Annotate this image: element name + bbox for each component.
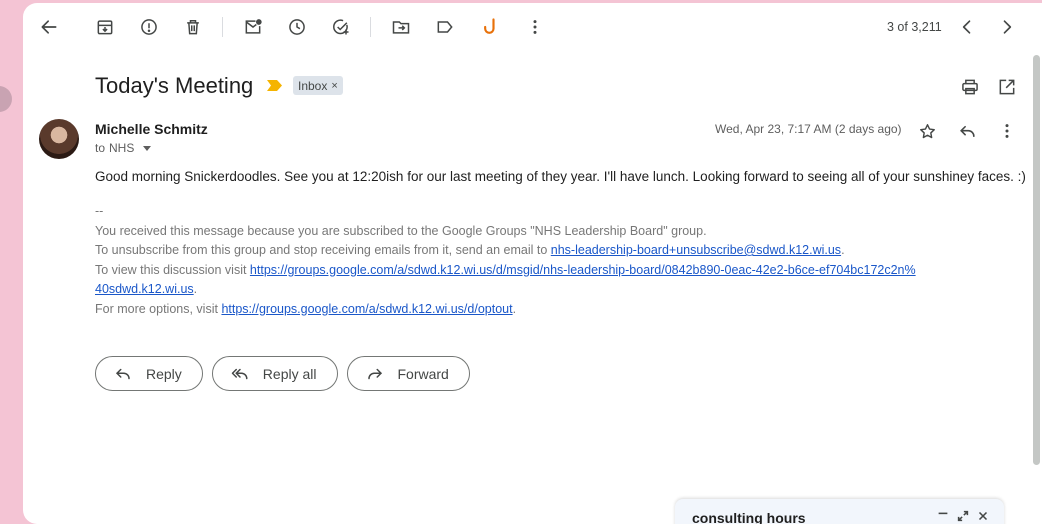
close-icon[interactable]: [975, 508, 991, 524]
delete-icon[interactable]: [181, 15, 205, 39]
open-new-window-icon[interactable]: [996, 76, 1018, 98]
toolbar-divider: [370, 17, 371, 37]
side-panel-toggle[interactable]: [0, 86, 12, 112]
email-toolbar: 3 of 3,211: [23, 3, 1042, 51]
reply-button-label: Reply: [146, 365, 182, 382]
chevron-left-icon[interactable]: [955, 15, 979, 39]
footer-text: To unsubscribe from this group and stop …: [95, 243, 551, 257]
chevron-down-icon[interactable]: [143, 145, 152, 151]
forward-button[interactable]: Forward: [346, 356, 470, 391]
scrollbar[interactable]: [1033, 55, 1040, 465]
sender-name[interactable]: Michelle Schmitz: [95, 121, 208, 137]
message-count: 3 of 3,211: [887, 20, 942, 34]
snooze-icon[interactable]: [285, 15, 309, 39]
remove-label-button[interactable]: ×: [331, 80, 337, 92]
email-body: Good morning Snickerdoodles. See you at …: [95, 169, 1026, 184]
footer-text: For more options, visit: [95, 301, 222, 316]
footer-line-subscription: You received this message because you ar…: [95, 223, 707, 238]
back-arrow-icon[interactable]: [37, 15, 61, 39]
footer-line-unsubscribe: To unsubscribe from this group and stop …: [95, 241, 975, 261]
compose-title[interactable]: consulting hours: [692, 510, 806, 524]
label-chip-text: Inbox: [298, 78, 328, 93]
reply-icon: [116, 368, 130, 379]
recipient-name: NHS: [109, 141, 135, 155]
extension-icon[interactable]: [479, 15, 503, 39]
reply-actions: Reply Reply all Forward: [95, 356, 470, 391]
label-chip-inbox: Inbox ×: [293, 76, 343, 95]
footer-line-discussion: To view this discussion visit https://gr…: [95, 261, 975, 300]
email-view-panel: 3 of 3,211 Today's Meeting Inbox × Miche…: [23, 3, 1042, 524]
add-task-icon[interactable]: [329, 15, 353, 39]
expand-icon[interactable]: [955, 508, 971, 524]
forward-icon: [367, 368, 382, 379]
unsubscribe-email-link[interactable]: nhs-leadership-board+unsubscribe@sdwd.k1…: [551, 243, 841, 257]
minimize-icon[interactable]: [935, 508, 951, 524]
reply-icon[interactable]: [956, 120, 978, 142]
mark-unread-icon[interactable]: [241, 15, 265, 39]
to-prefix: to: [95, 141, 106, 155]
email-subject: Today's Meeting: [95, 73, 254, 98]
reply-all-icon: [231, 368, 248, 379]
footer-text: .: [841, 243, 845, 257]
compose-window-minimized[interactable]: consulting hours: [675, 499, 1004, 524]
important-marker-icon[interactable]: [267, 80, 282, 91]
footer-line-options: For more options, visit https://groups.g…: [95, 300, 975, 320]
toolbar-divider: [222, 17, 223, 37]
optout-link[interactable]: https://groups.google.com/a/sdwd.k12.wi.…: [221, 302, 512, 316]
email-date: Wed, Apr 23, 7:17 AM (2 days ago): [715, 122, 902, 136]
forward-button-label: Forward: [397, 365, 449, 382]
footer-text: .: [512, 301, 517, 316]
footer-text: To view this discussion visit: [95, 262, 250, 277]
reply-all-button[interactable]: Reply all: [211, 356, 338, 391]
group-footer: -- You received this message because you…: [95, 202, 975, 319]
reply-button[interactable]: Reply: [95, 356, 203, 391]
reply-all-button-label: Reply all: [262, 365, 317, 382]
recipient-details[interactable]: to NHS: [95, 141, 152, 155]
move-to-icon[interactable]: [389, 15, 413, 39]
avatar[interactable]: [39, 119, 79, 159]
footer-text: .: [193, 282, 198, 296]
label-icon[interactable]: [433, 15, 457, 39]
chevron-right-icon[interactable]: [995, 15, 1019, 39]
message-more-vert-icon[interactable]: [996, 120, 1018, 142]
discussion-link-continued[interactable]: 40sdwd.k12.wi.us: [95, 282, 194, 296]
archive-icon[interactable]: [93, 15, 117, 39]
report-spam-icon[interactable]: [137, 15, 161, 39]
discussion-link[interactable]: https://groups.google.com/a/sdwd.k12.wi.…: [250, 263, 916, 277]
print-icon[interactable]: [959, 76, 981, 98]
more-vert-icon[interactable]: [523, 15, 547, 39]
star-icon[interactable]: [916, 120, 938, 142]
signature-separator: --: [95, 204, 104, 218]
